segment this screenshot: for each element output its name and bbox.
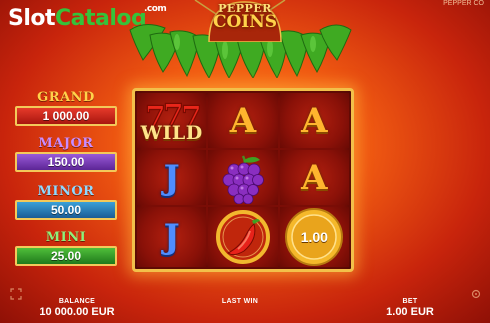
balance-display: BALANCE 10 000.00 EUR [22, 298, 132, 318]
symbol-a: A [301, 157, 328, 198]
last-win-display: LAST WIN [200, 298, 280, 305]
jackpot-grand: GRAND 1 000.00 [15, 90, 117, 126]
symbol-j: J [163, 157, 180, 198]
reel-cell-j: J [137, 207, 207, 267]
reel-cell-a: A [279, 93, 349, 148]
game-title-corner: PEPPER CO [443, 0, 484, 7]
reel-cell-wild: 777 WILD [137, 93, 207, 148]
reel-cell-coin: 1.00 [279, 207, 349, 267]
coin-value: 1.00 [300, 229, 328, 245]
symbol-a: A [229, 100, 257, 141]
settings-icon[interactable] [470, 288, 482, 300]
reel-cell-a: A [279, 150, 349, 205]
reel-cell-a: A [208, 93, 278, 148]
chili-coin-icon [215, 210, 270, 264]
balance-value: 10 000.00 EUR [39, 306, 115, 318]
fullscreen-icon[interactable] [10, 288, 22, 300]
symbol-j: J [163, 217, 180, 257]
reel-cell-j: J [137, 150, 207, 205]
jackpot-mini-label: MINI [45, 230, 87, 245]
reel-cell-grapes [208, 150, 278, 205]
jackpot-mini-value: 25.00 [15, 246, 117, 266]
jackpot-minor-value: 50.00 [15, 200, 117, 220]
jackpot-mini: MINI 25.00 [15, 230, 117, 266]
game-logo: PEPPER COINS [203, 0, 287, 42]
last-win-label: LAST WIN [221, 298, 259, 305]
bet-value: 1.00 EUR [386, 306, 434, 318]
bet-label: BET [402, 298, 418, 305]
jackpot-major-value: 150.00 [15, 152, 117, 172]
jackpot-grand-value: 1 000.00 [15, 106, 117, 126]
bet-display[interactable]: BET 1.00 EUR [370, 298, 450, 318]
logo-line2: COINS [212, 12, 278, 33]
reel-cell-chili-coin [208, 207, 278, 267]
balance-label: BALANCE [58, 298, 96, 305]
jackpot-major-label: MAJOR [38, 136, 94, 151]
wild-label: WILD [140, 122, 203, 144]
reel-grid[interactable]: 777 WILD A A J A J 1.00 [132, 88, 354, 272]
jackpot-major: MAJOR 150.00 [15, 136, 117, 172]
jackpot-minor-label: MINOR [37, 184, 95, 199]
jackpot-minor: MINOR 50.00 [15, 184, 117, 220]
symbol-a: A [301, 100, 328, 141]
jackpot-grand-label: GRAND [37, 90, 95, 105]
grapes-icon [222, 154, 264, 204]
